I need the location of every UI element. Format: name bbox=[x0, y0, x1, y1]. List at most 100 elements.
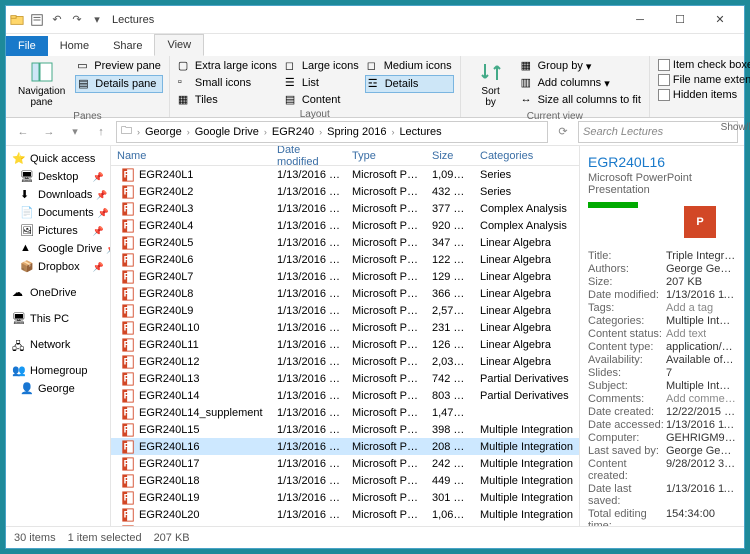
prop-value[interactable]: 7 bbox=[666, 367, 672, 379]
nav-item[interactable]: 📄Documents📌 bbox=[8, 204, 108, 222]
prop-value[interactable]: Add text bbox=[666, 328, 706, 340]
prop-value[interactable]: GEHRIGM9-HP (this ... bbox=[666, 432, 736, 444]
nav-pane[interactable]: ⭐Quick access 🖥Desktop📌⬇Downloads📌📄Docum… bbox=[6, 146, 111, 526]
detail-property[interactable]: Tags:Add a tag bbox=[588, 302, 736, 314]
detail-property[interactable]: Date last saved:1/13/2016 11:02 AM bbox=[588, 483, 736, 507]
detail-property[interactable]: Title:Triple Integrals bbox=[588, 250, 736, 262]
layout-md[interactable]: ◻Medium icons bbox=[365, 58, 454, 74]
layout-details[interactable]: ☲Details bbox=[365, 75, 454, 93]
file-row[interactable]: PEGR240L41/13/2016 10:47 AMMicrosoft Pow… bbox=[111, 217, 579, 234]
tab-home[interactable]: Home bbox=[48, 36, 101, 56]
file-row[interactable]: PEGR240L21/13/2016 10:40 AMMicrosoft Pow… bbox=[111, 183, 579, 200]
nav-network[interactable]: 🖧Network bbox=[8, 336, 108, 354]
detail-property[interactable]: Date accessed:1/13/2016 11:02 AM bbox=[588, 419, 736, 431]
prop-value[interactable]: 154:34:00 bbox=[666, 508, 715, 526]
prop-value[interactable]: 9/28/2012 3:14 PM bbox=[666, 458, 736, 482]
col-name[interactable]: Name bbox=[111, 150, 271, 162]
file-rows[interactable]: PEGR240L11/13/2016 10:35 AMMicrosoft Pow… bbox=[111, 166, 579, 526]
nav-item[interactable]: 🖼Pictures📌 bbox=[8, 222, 108, 240]
file-row[interactable]: PEGR240L51/13/2016 10:49 AMMicrosoft Pow… bbox=[111, 234, 579, 251]
detail-property[interactable]: Last saved by:George Gehring bbox=[588, 445, 736, 457]
col-date[interactable]: Date modified bbox=[271, 146, 346, 168]
detail-property[interactable]: Subject:Multiple Integration bbox=[588, 380, 736, 392]
file-row[interactable]: PEGR240L111/13/2016 10:55 AMMicrosoft Po… bbox=[111, 336, 579, 353]
prop-value[interactable]: Triple Integrals bbox=[666, 250, 736, 262]
prop-value[interactable]: 1/13/2016 11:02 AM bbox=[666, 483, 736, 507]
prop-value[interactable]: 1/13/2016 11:02 AM bbox=[666, 289, 736, 301]
nav-user[interactable]: 👤George bbox=[8, 380, 108, 398]
forward-button[interactable]: → bbox=[38, 121, 60, 143]
prop-value[interactable]: George Gehring bbox=[666, 263, 736, 275]
titlebar[interactable]: ↶ ↷ ▾ Lectures ─ ☐ ✕ bbox=[6, 6, 744, 34]
crumb[interactable]: George bbox=[142, 126, 185, 138]
file-row[interactable]: PEGR240L91/13/2016 10:54 AMMicrosoft Pow… bbox=[111, 302, 579, 319]
col-categories[interactable]: Categories bbox=[474, 150, 579, 162]
minimize-button[interactable]: ─ bbox=[620, 6, 660, 34]
file-row[interactable]: PEGR240L121/13/2016 10:56 AMMicrosoft Po… bbox=[111, 353, 579, 370]
prop-value[interactable]: Add a tag bbox=[666, 302, 713, 314]
file-row[interactable]: PEGR240L81/13/2016 10:52 AMMicrosoft Pow… bbox=[111, 285, 579, 302]
details-pane-button[interactable]: ▤Details pane bbox=[75, 75, 163, 93]
file-row[interactable]: PEGR240L151/13/2016 11:01 AMMicrosoft Po… bbox=[111, 421, 579, 438]
prop-value[interactable]: 1/13/2016 11:02 AM bbox=[666, 419, 736, 431]
preview-pane-button[interactable]: ▭Preview pane bbox=[75, 58, 163, 74]
file-row[interactable]: PEGR240L11/13/2016 10:35 AMMicrosoft Pow… bbox=[111, 166, 579, 183]
undo-icon[interactable]: ↶ bbox=[50, 13, 64, 27]
col-type[interactable]: Type bbox=[346, 150, 426, 162]
detail-property[interactable]: Availability:Available offline bbox=[588, 354, 736, 366]
file-row[interactable]: PEGR240L31/13/2016 10:44 AMMicrosoft Pow… bbox=[111, 200, 579, 217]
hidden-items-toggle[interactable]: Hidden items bbox=[656, 88, 750, 102]
file-row[interactable]: PEGR240L14_supplement1/13/2016 11:00 AMM… bbox=[111, 404, 579, 421]
prop-value[interactable]: 12/22/2015 11:12 AM bbox=[666, 406, 736, 418]
layout-xl[interactable]: ▢Extra large icons bbox=[176, 58, 279, 74]
back-button[interactable]: ← bbox=[12, 121, 34, 143]
breadcrumb[interactable]: 🗀 › George› Google Drive› EGR240› Spring… bbox=[116, 121, 548, 143]
nav-onedrive[interactable]: ☁OneDrive bbox=[8, 284, 108, 302]
nav-homegroup[interactable]: 👥Homegroup bbox=[8, 362, 108, 380]
layout-content[interactable]: ▤Content bbox=[283, 92, 361, 108]
detail-property[interactable]: Content created:9/28/2012 3:14 PM bbox=[588, 458, 736, 482]
layout-lg[interactable]: ◻Large icons bbox=[283, 58, 361, 74]
prop-value[interactable]: application/vnd.ope... bbox=[666, 341, 736, 353]
detail-property[interactable]: Authors:George Gehring bbox=[588, 263, 736, 275]
file-row[interactable]: PEGR240L171/13/2016 11:02 AMMicrosoft Po… bbox=[111, 455, 579, 472]
recent-dropdown[interactable]: ▾ bbox=[64, 121, 86, 143]
group-by-button[interactable]: ▦Group by ▾ bbox=[519, 58, 643, 74]
crumb[interactable]: Google Drive bbox=[192, 126, 262, 138]
prop-value[interactable]: Add comments bbox=[666, 393, 736, 405]
tab-view[interactable]: View bbox=[154, 34, 204, 56]
file-row[interactable]: PEGR240L181/13/2016 11:03 AMMicrosoft Po… bbox=[111, 472, 579, 489]
file-row[interactable]: PEGR240L101/13/2016 10:55 AMMicrosoft Po… bbox=[111, 319, 579, 336]
nav-item[interactable]: ⬇Downloads📌 bbox=[8, 186, 108, 204]
close-button[interactable]: ✕ bbox=[700, 6, 740, 34]
add-columns-button[interactable]: ▥Add columns ▾ bbox=[519, 75, 643, 91]
file-row[interactable]: PEGR240L141/13/2016 10:59 AMMicrosoft Po… bbox=[111, 387, 579, 404]
nav-item[interactable]: ▲Google Drive📌 bbox=[8, 240, 108, 258]
layout-sm[interactable]: ▫Small icons bbox=[176, 75, 279, 91]
file-row[interactable]: PEGR240L161/13/2016 11:02 AMMicrosoft Po… bbox=[111, 438, 579, 455]
nav-item[interactable]: 🖥Desktop📌 bbox=[8, 168, 108, 186]
tab-share[interactable]: Share bbox=[101, 36, 154, 56]
layout-tiles[interactable]: ▦Tiles bbox=[176, 92, 279, 108]
sort-by-button[interactable]: Sort by bbox=[467, 58, 515, 110]
crumb[interactable]: Spring 2016 bbox=[324, 126, 389, 138]
detail-property[interactable]: Comments:Add comments bbox=[588, 393, 736, 405]
file-row[interactable]: PEGR240L131/13/2016 10:58 AMMicrosoft Po… bbox=[111, 370, 579, 387]
detail-property[interactable]: Size:207 KB bbox=[588, 276, 736, 288]
col-size[interactable]: Size bbox=[426, 150, 474, 162]
detail-property[interactable]: Computer:GEHRIGM9-HP (this ... bbox=[588, 432, 736, 444]
maximize-button[interactable]: ☐ bbox=[660, 6, 700, 34]
prop-value[interactable]: George Gehring bbox=[666, 445, 736, 457]
detail-property[interactable]: Categories:Multiple Integration bbox=[588, 315, 736, 327]
layout-list[interactable]: ☰List bbox=[283, 75, 361, 91]
file-row[interactable]: PEGR240L61/13/2016 10:50 AMMicrosoft Pow… bbox=[111, 251, 579, 268]
prop-value[interactable]: Available offline bbox=[666, 354, 736, 366]
qat-dropdown-icon[interactable]: ▾ bbox=[90, 13, 104, 27]
nav-thispc[interactable]: 🖥This PC bbox=[8, 310, 108, 328]
prop-value[interactable]: Multiple Integration bbox=[666, 380, 736, 392]
tab-file[interactable]: File bbox=[6, 36, 48, 56]
size-columns-button[interactable]: ↔Size all columns to fit bbox=[519, 92, 643, 108]
detail-property[interactable]: Date modified:1/13/2016 11:02 AM bbox=[588, 289, 736, 301]
crumb[interactable]: EGR240 bbox=[269, 126, 317, 138]
prop-value[interactable]: 207 KB bbox=[666, 276, 702, 288]
